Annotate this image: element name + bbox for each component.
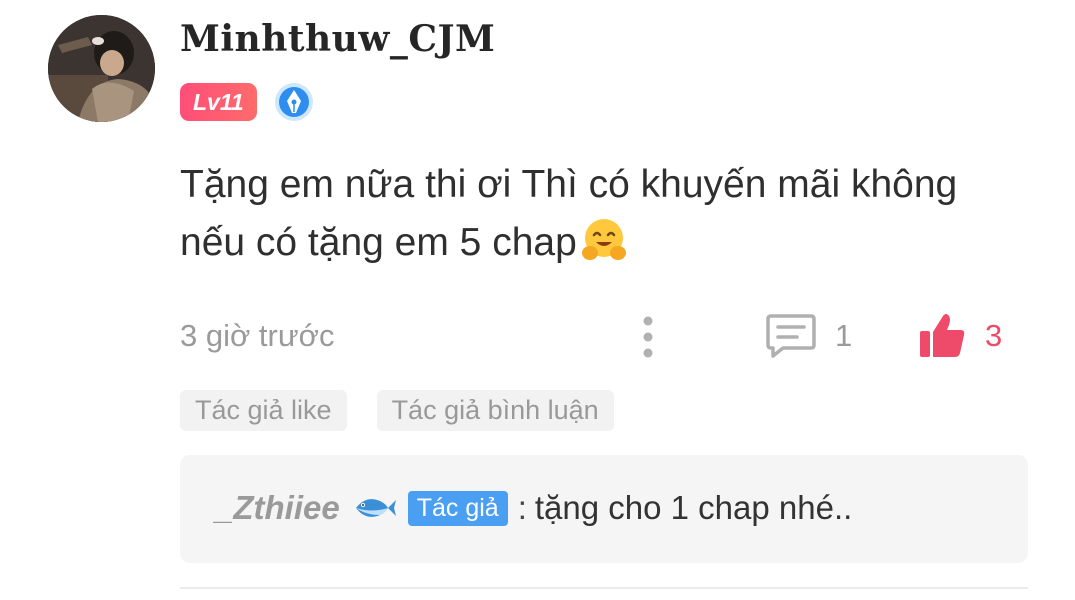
- reply-separator: :: [517, 489, 527, 526]
- author-badge: Tác giả: [407, 490, 508, 526]
- reply-count: 1: [835, 318, 853, 353]
- user-badges: Lv11: [180, 82, 314, 122]
- reply-box[interactable]: _Zthiiee Tác giả : tặng cho 1 chap nhé..: [180, 455, 1028, 563]
- like-count: 3: [985, 318, 1003, 353]
- comment-meta-row: 3 giờ trước 1 3: [180, 308, 1020, 364]
- fish-icon: [355, 499, 396, 517]
- divider: [180, 587, 1028, 589]
- tag-author-comment: Tác giả bình luận: [376, 390, 614, 431]
- pen-nib-icon: [274, 83, 313, 121]
- comment-icon: [766, 314, 816, 358]
- reply-item[interactable]: _Zthiiee Tác giả : tặng cho 1 chap nhé..: [215, 489, 852, 527]
- like-button[interactable]: 3: [917, 308, 1002, 364]
- author-tags: Tác giả like Tác giả bình luận: [180, 390, 644, 431]
- timestamp: 3 giờ trước: [180, 318, 335, 353]
- comment-text-line2: nếu có tặng em 5 chap: [180, 221, 577, 264]
- level-badge: Lv11: [180, 83, 257, 121]
- hugging-face-emoji-icon: [581, 219, 626, 260]
- more-vertical-icon[interactable]: [638, 312, 658, 362]
- tag-author-like: Tác giả like: [180, 390, 347, 431]
- avatar[interactable]: [48, 15, 155, 122]
- comment-text-line1: Tặng em nữa thi ơi Thì có khuyến mãi khô…: [180, 163, 958, 206]
- thumbs-up-icon: [920, 314, 965, 357]
- reply-text: tặng cho 1 chap nhé..: [534, 489, 853, 526]
- username[interactable]: Minhthuw_CJM: [180, 18, 495, 60]
- reply-button[interactable]: 1: [765, 308, 852, 364]
- comment-text: Tặng em nữa thi ơi Thì có khuyến mãi khô…: [180, 156, 1020, 272]
- reply-username[interactable]: _Zthiiee: [215, 489, 340, 527]
